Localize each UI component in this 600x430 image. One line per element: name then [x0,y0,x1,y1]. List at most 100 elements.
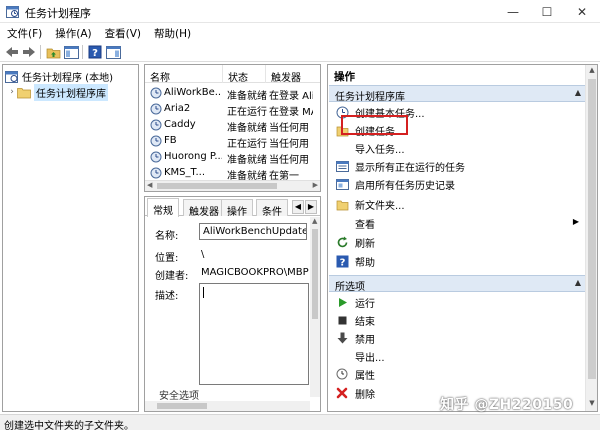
up-folder-button[interactable] [45,44,61,60]
view-icon [335,216,349,230]
tree-item-local-label: 任务计划程序 (本地) [22,72,113,84]
action-export[interactable]: 导出... [329,347,585,365]
menu-help[interactable]: 帮助(H) [147,23,197,42]
window-title: 任务计划程序 [25,7,91,20]
help-toolbar-button[interactable]: ? [87,44,103,60]
scroll-right-icon[interactable]: ▶ [313,181,318,189]
detail-vertical-scrollbar[interactable]: ▲ [310,217,320,397]
text-caret [203,287,204,298]
name-label: 名称: [155,231,179,242]
description-field[interactable] [199,283,309,385]
task-list: 名称 状态 触发器 AliWorkBe... 准备就绪 在登录 AliW Ari… [144,64,321,192]
section-header-selected-item[interactable]: 所选项 ▲ [329,275,585,293]
task-status: 正在运行 [227,139,267,150]
action-import-task[interactable]: 导入任务... [329,139,585,157]
new-folder-icon [335,197,349,211]
table-row[interactable]: AliWorkBe... 准备就绪 在登录 AliW [145,85,320,102]
export-icon [335,349,349,363]
action-display-running-tasks[interactable]: 显示所有正在运行的任务 [329,157,585,175]
table-row[interactable]: Aria2 正在运行 在登录 MA [145,101,320,118]
action-end[interactable]: 结束 [329,311,585,329]
title-bar: 任务计划程序 — ☐ ✕ [0,0,600,23]
tab-general[interactable]: 常规 [147,198,179,217]
action-refresh[interactable]: 刷新 [329,233,585,251]
scrollbar-thumb[interactable] [157,183,277,189]
table-row[interactable]: Caddy 准备就绪 当任何用 [145,117,320,134]
collapse-up-icon[interactable]: ▲ [575,278,581,287]
tab-scroll-left-icon[interactable]: ◀ [292,200,304,214]
action-properties[interactable]: 属性 [329,365,585,383]
back-button[interactable] [4,44,20,60]
actions-pane: 操作 任务计划程序库 ▲ 创建基本任务... 创建任务... 导入任务... 显… [327,64,598,412]
action-label: 刷新 [355,238,375,250]
action-pane-icon [105,45,121,59]
history-icon [335,177,349,191]
folder-icon [17,87,31,98]
tab-actions[interactable]: 操作 [221,199,253,218]
scroll-left-icon[interactable]: ◀ [147,181,152,189]
table-row[interactable]: KMS_T... 准备就绪 在第一 [145,165,320,182]
collapse-up-icon[interactable]: ▲ [575,88,581,97]
task-icon [150,87,162,99]
scrollbar-thumb[interactable] [157,403,207,409]
run-icon [335,295,349,309]
status-bar: 创建选中文件夹的子文件夹。 [0,414,600,430]
task-name: Aria2 [164,103,191,114]
actions-vertical-scrollbar[interactable]: ▲ ▼ [585,65,597,411]
table-row[interactable]: Huorong P... 准备就绪 当任何用 [145,149,320,166]
submenu-arrow-icon: ▶ [572,217,579,226]
action-view[interactable]: 查看 ▶ [329,214,585,232]
task-icon [150,135,162,147]
disable-icon [335,331,349,345]
task-name-field[interactable]: AliWorkBenchUpdater [199,223,307,240]
action-disable[interactable]: 禁用 [329,329,585,347]
author-label: 创建者: [155,271,189,282]
create-task-highlight-box [341,115,408,135]
toolbar-separator [82,45,83,59]
menu-view[interactable]: 查看(V) [98,23,147,42]
maximize-button[interactable]: ☐ [530,0,564,23]
action-new-folder[interactable]: 新文件夹... [329,195,585,213]
tree-item-local[interactable]: 任务计划程序 (本地) [5,68,113,84]
table-row[interactable]: FB 正在运行 当任何用 [145,133,320,150]
task-status: 准备就绪 [227,155,267,166]
console-tree-icon [63,45,79,59]
tab-triggers[interactable]: 触发器 [183,199,225,218]
minimize-button[interactable]: — [496,0,530,23]
svg-text:?: ? [92,48,98,59]
detail-horizontal-scrollbar[interactable] [145,401,310,411]
expand-chevron-icon[interactable]: › [7,87,17,97]
show-hide-tree-button[interactable] [63,44,79,60]
task-status: 准备就绪 [227,123,267,134]
tree-item-library[interactable]: › 任务计划程序库 [7,83,108,101]
task-list-horizontal-scrollbar[interactable]: ◀ ▶ [145,180,320,191]
task-icon [150,119,162,131]
scrollbar-thumb[interactable] [588,79,596,379]
menu-action[interactable]: 操作(A) [48,23,97,42]
scroll-up-icon[interactable]: ▲ [312,217,317,225]
tab-scroll-right-icon[interactable]: ▶ [305,200,317,214]
scroll-up-icon[interactable]: ▲ [588,66,596,74]
task-name: AliWorkBe... [164,87,222,98]
menu-file[interactable]: 文件(F) [0,23,48,42]
scrollbar-thumb[interactable] [312,229,318,319]
column-header-name[interactable]: 名称 [145,65,223,84]
detail-tabs: 常规 触发器 操作 条件 ◀ ▶ [145,197,320,218]
section-header-library[interactable]: 任务计划程序库 ▲ [329,85,585,103]
action-run[interactable]: 运行 [329,293,585,311]
description-label: 描述: [155,291,179,302]
action-help[interactable]: ? 帮助 [329,252,585,270]
column-header-status[interactable]: 状态 [223,65,266,84]
tab-conditions[interactable]: 条件 [256,199,288,218]
task-trigger: 在登录 MA [269,107,313,118]
column-header-trigger[interactable]: 触发器 [266,65,320,84]
toolbar-separator [40,45,41,59]
action-enable-history[interactable]: 启用所有任务历史记录 [329,175,585,193]
forward-button[interactable] [21,44,37,60]
scroll-down-icon[interactable]: ▼ [588,399,596,407]
refresh-icon [335,235,349,249]
action-label: 结束 [355,316,375,328]
author-value: MAGICBOOKPRO\MBP [201,267,309,278]
close-button[interactable]: ✕ [565,0,599,23]
show-hide-action-pane-button[interactable] [105,44,121,60]
